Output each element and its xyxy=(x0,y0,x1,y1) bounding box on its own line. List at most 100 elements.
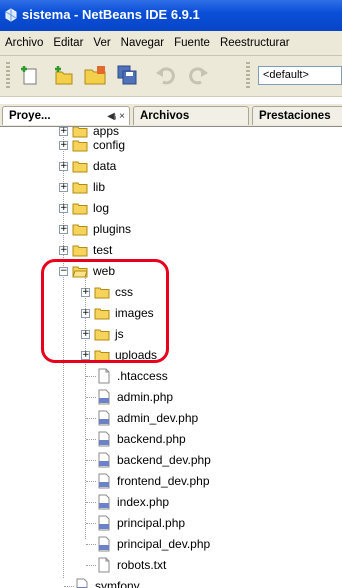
tree-item-log[interactable]: + log xyxy=(0,198,342,218)
toolbar-grip-2[interactable] xyxy=(246,62,250,90)
title-bar: sistema - NetBeans IDE 6.9.1 xyxy=(0,0,342,31)
tab-prestaciones[interactable]: Prestaciones xyxy=(252,106,342,125)
tree-line xyxy=(64,586,74,587)
tree-label: backend_dev.php xyxy=(117,453,211,467)
php-file-icon xyxy=(98,410,110,426)
tree-line xyxy=(86,481,96,482)
tree-label: principal.php xyxy=(117,516,186,530)
redo-button[interactable] xyxy=(186,62,212,88)
tree-label: data xyxy=(93,159,117,173)
folder-icon xyxy=(72,245,88,257)
menu-ver[interactable]: Ver xyxy=(88,31,115,55)
tree-line xyxy=(86,439,96,440)
tree-line xyxy=(86,523,96,524)
tab-prestaciones-label: Prestaciones xyxy=(259,110,331,122)
tree-label: admin_dev.php xyxy=(117,411,199,425)
expand-toggle[interactable]: + xyxy=(59,183,68,192)
tab-archivos-label: Archivos xyxy=(140,110,190,122)
expand-toggle[interactable]: + xyxy=(59,225,68,234)
php-file-icon xyxy=(76,578,88,588)
tree-item-admin-dev-php[interactable]: admin_dev.php xyxy=(0,408,342,428)
tree-label: robots.txt xyxy=(117,558,167,572)
php-file-icon xyxy=(98,473,110,489)
tree-line xyxy=(86,418,96,419)
new-file-icon xyxy=(21,66,37,85)
undo-button[interactable] xyxy=(152,62,178,88)
window-title: sistema - NetBeans IDE 6.9.1 xyxy=(22,7,200,22)
tree-line xyxy=(86,544,96,545)
tree-item-backend-dev-php[interactable]: backend_dev.php xyxy=(0,450,342,470)
panel-tabs: Proye... ◀ᵢ × Archivos Prestaciones xyxy=(0,104,342,127)
folder-icon xyxy=(72,161,88,173)
tree-line xyxy=(86,565,96,566)
tree-item-admin-php[interactable]: admin.php xyxy=(0,387,342,407)
new-project-icon xyxy=(55,66,73,85)
tree-line xyxy=(86,376,96,377)
menu-fuente[interactable]: Fuente xyxy=(169,31,215,55)
open-project-button[interactable] xyxy=(82,62,108,88)
new-file-button[interactable] xyxy=(16,62,42,88)
php-file-icon xyxy=(98,431,110,447)
tree-label: admin.php xyxy=(117,390,174,404)
tab-proyectos-label: Proye... xyxy=(9,110,51,122)
tree-line xyxy=(86,502,96,503)
tree-item-symfony[interactable]: symfony xyxy=(0,576,342,588)
tree-label: log xyxy=(93,201,110,215)
tab-archivos[interactable]: Archivos xyxy=(133,106,249,125)
tab-controls[interactable]: ◀ᵢ × xyxy=(107,107,125,125)
tree-item-frontend-dev-php[interactable]: frontend_dev.php xyxy=(0,471,342,491)
text-file-icon xyxy=(98,557,110,573)
tree-label: symfony xyxy=(95,579,140,588)
tree-label: test xyxy=(93,243,113,257)
tree-item-data[interactable]: + data xyxy=(0,156,342,176)
expand-toggle[interactable]: + xyxy=(59,141,68,150)
tree-item-backend-php[interactable]: backend.php xyxy=(0,429,342,449)
tree-item-index-php[interactable]: index.php xyxy=(0,492,342,512)
save-all-button[interactable] xyxy=(114,62,140,88)
tree-item-principal-php[interactable]: principal.php xyxy=(0,513,342,533)
tree-item-test[interactable]: + test xyxy=(0,240,342,260)
tree-line xyxy=(86,460,96,461)
tree-label: backend.php xyxy=(117,432,186,446)
php-file-icon xyxy=(98,389,110,405)
tab-proyectos[interactable]: Proye... ◀ᵢ × xyxy=(2,106,130,125)
tree-item-principal-dev-php[interactable]: principal_dev.php xyxy=(0,534,342,554)
folder-icon xyxy=(72,182,88,194)
redo-icon xyxy=(189,67,208,85)
new-project-button[interactable] xyxy=(50,62,76,88)
tree-item-robots-txt[interactable]: robots.txt xyxy=(0,555,342,575)
expand-toggle[interactable]: + xyxy=(59,162,68,171)
menu-bar: Archivo Editar Ver Navegar Fuente Reestructur… xyxy=(0,31,342,56)
tree-label: principal_dev.php xyxy=(117,537,211,551)
tree-item-htaccess[interactable]: .htaccess xyxy=(0,366,342,386)
tree-line xyxy=(86,397,96,398)
save-all-icon xyxy=(117,65,137,85)
php-file-icon xyxy=(98,515,110,531)
php-file-icon xyxy=(98,452,110,468)
folder-icon xyxy=(72,203,88,215)
menu-navegar[interactable]: Navegar xyxy=(116,31,169,55)
tree-label: frontend_dev.php xyxy=(117,474,210,488)
highlight-annotation xyxy=(41,259,169,363)
expand-toggle[interactable]: + xyxy=(59,204,68,213)
text-file-icon xyxy=(98,368,110,384)
tree-label: index.php xyxy=(117,495,170,509)
expand-toggle[interactable]: + xyxy=(59,246,68,255)
tree-item-lib[interactable]: + lib xyxy=(0,177,342,197)
undo-icon xyxy=(156,67,175,85)
tree-item-config[interactable]: + config xyxy=(0,135,342,155)
php-file-icon xyxy=(98,536,110,552)
tree-label: lib xyxy=(93,180,106,194)
open-project-icon xyxy=(84,66,106,85)
configuration-select[interactable]: <default> xyxy=(258,66,342,85)
menu-archivo[interactable]: Archivo xyxy=(0,31,48,55)
folder-icon xyxy=(72,140,88,152)
menu-editar[interactable]: Editar xyxy=(48,31,88,55)
menu-reestructurar[interactable]: Reestructurar xyxy=(215,31,295,55)
toolbar-grip[interactable] xyxy=(6,62,10,90)
tree-item-plugins[interactable]: + plugins xyxy=(0,219,342,239)
php-file-icon xyxy=(98,494,110,510)
folder-icon xyxy=(72,224,88,236)
netbeans-icon xyxy=(5,8,17,22)
tree-label: .htaccess xyxy=(117,369,168,383)
